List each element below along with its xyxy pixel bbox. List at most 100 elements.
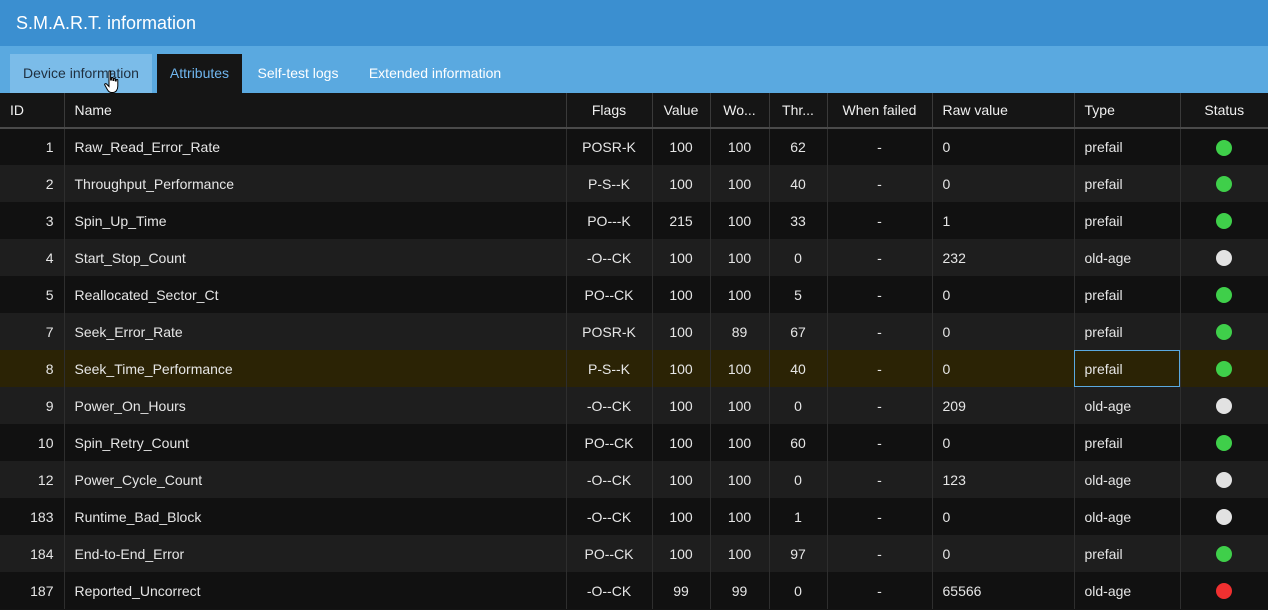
cell-type: prefail	[1074, 128, 1181, 165]
tab-device-information[interactable]: Device information	[10, 54, 152, 93]
column-header-value[interactable]: Value	[652, 93, 711, 129]
cell-type: prefail	[1074, 535, 1181, 572]
table-row[interactable]: 9 Power_On_Hours -O--CK 100 100 0-209 old-age	[0, 387, 1268, 424]
table-row[interactable]: 5 Reallocated_Sector_Ct PO--CK 100 100 5-0 pre…	[0, 276, 1268, 313]
cell-value: 215	[652, 202, 711, 239]
status-indicator-icon	[1216, 398, 1233, 415]
cell-threshold: 0	[769, 572, 828, 609]
column-header-id[interactable]: ID	[0, 93, 65, 129]
table-row[interactable]: 183 Runtime_Bad_Block -O--CK 100 100 1-0 old-a…	[0, 498, 1268, 535]
cell-name: Throughput_Performance	[64, 165, 567, 202]
cell-worst: 100	[710, 350, 770, 387]
status-indicator-icon	[1216, 361, 1233, 378]
cell-threshold: 60	[769, 424, 828, 461]
cell-type: old-age	[1074, 387, 1181, 424]
cell-name: Start_Stop_Count	[64, 239, 567, 276]
column-header-type[interactable]: Type	[1074, 93, 1181, 129]
cell-when-failed: -	[827, 276, 933, 313]
cell-id: 5	[0, 276, 65, 313]
column-header-when-failed[interactable]: When failed	[827, 93, 933, 129]
cell-threshold: 40	[769, 165, 828, 202]
cell-type: prefail	[1074, 350, 1181, 387]
cell-value: 100	[652, 461, 711, 498]
cell-flags: -O--CK	[566, 498, 653, 535]
cell-value: 99	[652, 572, 711, 609]
cell-when-failed: -	[827, 498, 933, 535]
cell-raw-value: 65566	[932, 572, 1075, 609]
table-header-row: ID Name Flags Value Wo... Thr... When fa…	[0, 93, 1268, 129]
cell-flags: P-S--K	[566, 350, 653, 387]
column-header-worst[interactable]: Wo...	[710, 93, 770, 129]
cell-raw-value: 209	[932, 387, 1075, 424]
cell-type: old-age	[1074, 498, 1181, 535]
cell-id: 184	[0, 535, 65, 572]
column-header-raw-value[interactable]: Raw value	[932, 93, 1075, 129]
cell-status	[1180, 350, 1268, 387]
column-header-name[interactable]: Name	[64, 93, 567, 129]
cell-name: Seek_Time_Performance	[64, 350, 567, 387]
cell-raw-value: 123	[932, 461, 1075, 498]
cell-threshold: 0	[769, 387, 828, 424]
status-indicator-icon	[1216, 583, 1233, 600]
status-indicator-icon	[1216, 546, 1233, 563]
cell-raw-value: 0	[932, 276, 1075, 313]
table-body: 1 Raw_Read_Error_Rate POSR-K 100 100 62-0 pref…	[0, 128, 1268, 609]
cell-when-failed: -	[827, 461, 933, 498]
cell-flags: -O--CK	[566, 461, 653, 498]
cell-raw-value: 0	[932, 498, 1075, 535]
cell-flags: PO--CK	[566, 276, 653, 313]
cell-worst: 100	[710, 461, 770, 498]
cell-status	[1180, 202, 1268, 239]
column-header-flags[interactable]: Flags	[566, 93, 653, 129]
status-indicator-icon	[1216, 213, 1233, 230]
cell-worst: 100	[710, 165, 770, 202]
cell-id: 12	[0, 461, 65, 498]
cell-when-failed: -	[827, 535, 933, 572]
cell-raw-value: 0	[932, 535, 1075, 572]
cell-id: 9	[0, 387, 65, 424]
cell-flags: PO---K	[566, 202, 653, 239]
table-row[interactable]: 4 Start_Stop_Count -O--CK 100 100 0-232 old-ag…	[0, 239, 1268, 276]
table-row[interactable]: 187 Reported_Uncorrect -O--CK 99 99 0-65566 ol…	[0, 572, 1268, 609]
status-indicator-icon	[1216, 250, 1233, 267]
cell-flags: P-S--K	[566, 165, 653, 202]
table-row[interactable]: 184 End-to-End_Error PO--CK 100 100 97-0 prefa…	[0, 535, 1268, 572]
cell-type: prefail	[1074, 202, 1181, 239]
cell-threshold: 0	[769, 239, 828, 276]
tab-self-test-logs[interactable]: Self-test logs	[248, 54, 348, 93]
status-indicator-icon	[1216, 287, 1233, 304]
cell-raw-value: 232	[932, 239, 1075, 276]
cell-name: Runtime_Bad_Block	[64, 498, 567, 535]
tab-extended-information[interactable]: Extended information	[354, 54, 516, 93]
cell-worst: 89	[710, 313, 770, 350]
cell-value: 100	[652, 498, 711, 535]
cell-id: 187	[0, 572, 65, 609]
cell-raw-value: 0	[932, 165, 1075, 202]
tab-bar: Device information Attributes Self-test …	[0, 46, 1268, 93]
column-header-threshold[interactable]: Thr...	[769, 93, 828, 129]
status-indicator-icon	[1216, 435, 1233, 452]
column-header-status[interactable]: Status	[1180, 93, 1268, 129]
cell-threshold: 40	[769, 350, 828, 387]
table-row[interactable]: 1 Raw_Read_Error_Rate POSR-K 100 100 62-0 pref…	[0, 128, 1268, 165]
cell-worst: 99	[710, 572, 770, 609]
table-row[interactable]: 3 Spin_Up_Time PO---K 215 100 33-1 prefail	[0, 202, 1268, 239]
cell-type: old-age	[1074, 239, 1181, 276]
cell-threshold: 62	[769, 128, 828, 165]
cell-worst: 100	[710, 128, 770, 165]
attributes-table: ID Name Flags Value Wo... Thr... When fa…	[0, 93, 1268, 609]
window-title: S.M.A.R.T. information	[0, 0, 1268, 46]
table-row[interactable]: 10 Spin_Retry_Count PO--CK 100 100 60-0 prefai…	[0, 424, 1268, 461]
cell-name: Raw_Read_Error_Rate	[64, 128, 567, 165]
tab-attributes[interactable]: Attributes	[157, 54, 242, 93]
table-row[interactable]: 12 Power_Cycle_Count -O--CK 100 100 0-123 old-…	[0, 461, 1268, 498]
table-row[interactable]: 8 Seek_Time_Performance P-S--K 100 100 40-0 pr…	[0, 350, 1268, 387]
cell-id: 8	[0, 350, 65, 387]
cell-when-failed: -	[827, 572, 933, 609]
cell-id: 7	[0, 313, 65, 350]
table-row[interactable]: 2 Throughput_Performance P-S--K 100 100 40-0 p…	[0, 165, 1268, 202]
cell-worst: 100	[710, 424, 770, 461]
table-row[interactable]: 7 Seek_Error_Rate POSR-K 100 89 67-0 prefail	[0, 313, 1268, 350]
cell-value: 100	[652, 387, 711, 424]
cell-value: 100	[652, 239, 711, 276]
